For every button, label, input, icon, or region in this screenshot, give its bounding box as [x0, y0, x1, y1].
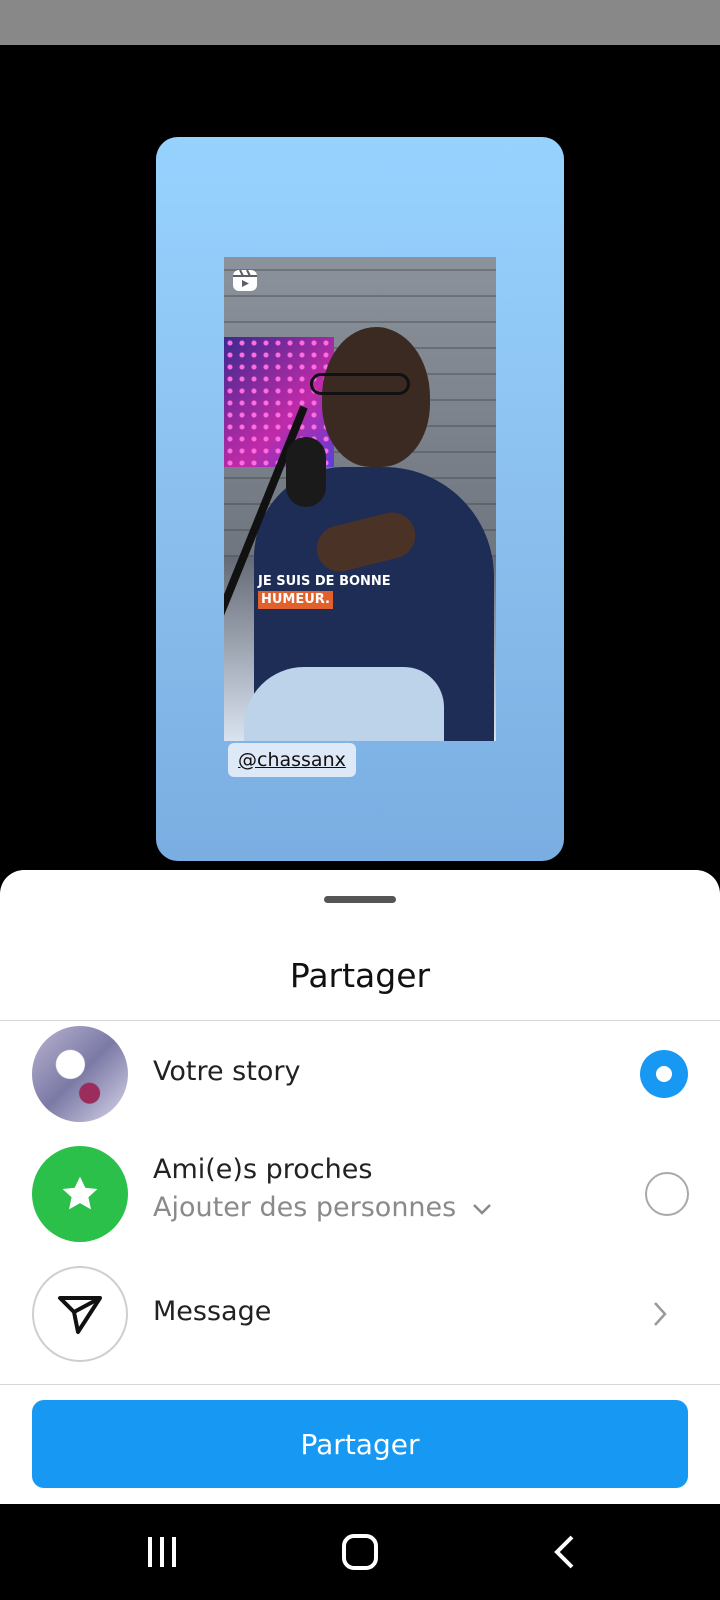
option-close-friends[interactable]: Ami(e)s proches Ajouter des personnes [0, 1146, 720, 1256]
caption-line-2: HUMEUR. [258, 591, 333, 609]
back-icon [554, 1535, 574, 1569]
option-message[interactable]: Message [0, 1266, 720, 1376]
username-mention-sticker[interactable]: @chassanx [228, 743, 356, 777]
chevron-right-icon [654, 1302, 667, 1326]
person-head [322, 327, 430, 467]
option-your-story[interactable]: Votre story [0, 1026, 720, 1136]
video-caption: JE SUIS DE BONNE HUMEUR. [258, 573, 391, 609]
add-people-label: Ajouter des personnes [153, 1192, 457, 1223]
star-icon [62, 1176, 98, 1210]
option-label: Votre story [153, 1056, 301, 1087]
system-navigation-bar [0, 1504, 720, 1600]
share-button[interactable]: Partager [32, 1400, 688, 1488]
radio-unselected[interactable] [645, 1172, 689, 1216]
person-legs [244, 667, 444, 741]
message-avatar [32, 1266, 128, 1362]
microphone [286, 437, 326, 507]
status-bar [0, 0, 720, 45]
recent-apps-button[interactable] [102, 1504, 222, 1600]
send-icon [58, 1296, 102, 1334]
divider [0, 1384, 720, 1385]
reel-thumbnail: JE SUIS DE BONNE HUMEUR. [224, 257, 496, 741]
share-bottom-sheet: Partager Votre story Ami(e)s proches Ajo… [0, 870, 720, 1504]
chevron-down-icon [472, 1204, 491, 1215]
story-preview-card: JE SUIS DE BONNE HUMEUR. @chassanx [156, 137, 564, 861]
close-friends-avatar [32, 1146, 128, 1242]
option-label: Message [153, 1296, 272, 1327]
drag-handle[interactable] [324, 896, 396, 903]
radio-selected[interactable] [640, 1050, 688, 1098]
username-text: @chassanx [238, 749, 346, 771]
add-people-link[interactable]: Ajouter des personnes [153, 1192, 493, 1223]
home-icon [342, 1534, 378, 1570]
home-button[interactable] [300, 1504, 420, 1600]
option-label: Ami(e)s proches [153, 1154, 373, 1185]
story-preview-area: JE SUIS DE BONNE HUMEUR. @chassanx [0, 45, 720, 875]
caption-line-1: JE SUIS DE BONNE [258, 574, 391, 589]
story-avatar [32, 1026, 128, 1122]
recent-apps-icon [148, 1537, 176, 1567]
divider [0, 1020, 720, 1021]
reels-icon [232, 267, 258, 293]
person-glasses [310, 373, 410, 395]
sheet-title: Partager [289, 956, 431, 995]
back-button[interactable] [504, 1504, 624, 1600]
